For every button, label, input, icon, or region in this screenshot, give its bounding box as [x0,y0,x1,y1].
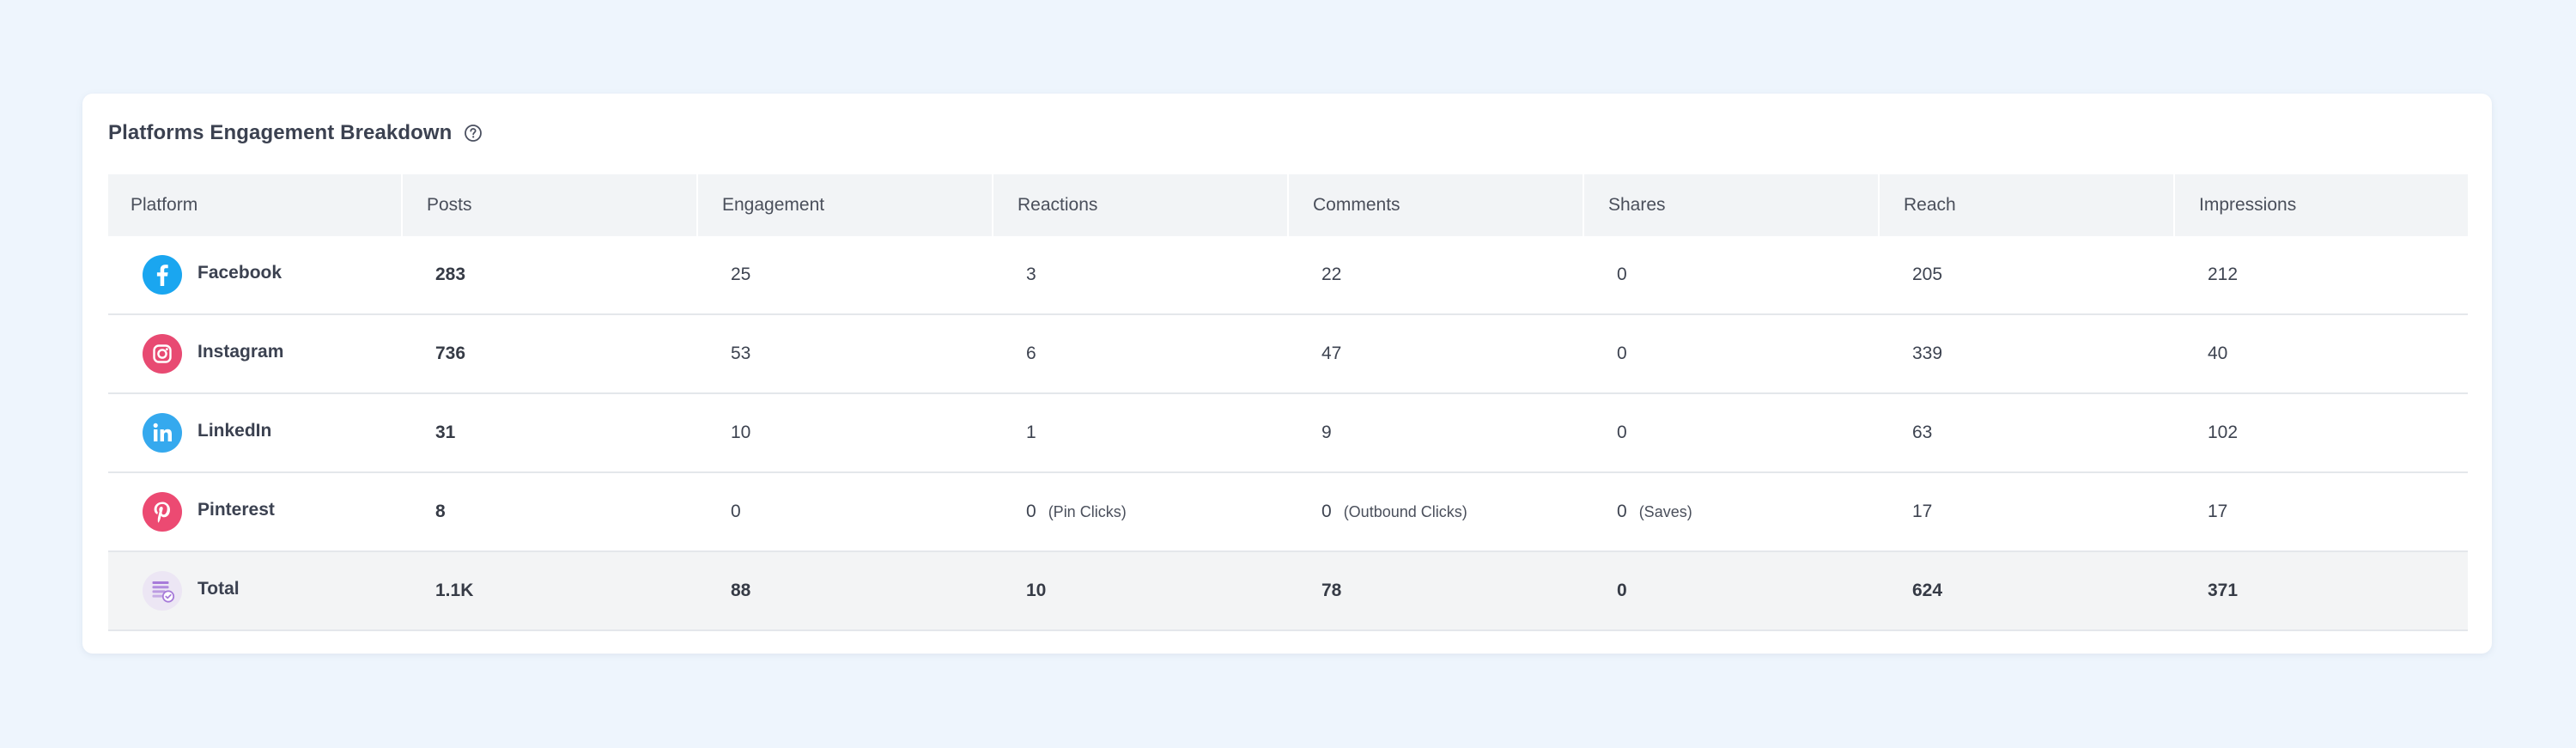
impressions-value: 40 [2208,344,2228,363]
total-shares-value: 0 [1617,581,1627,600]
linkedin-icon [143,413,182,453]
column-header-posts[interactable]: Posts [403,174,698,236]
table-header-row: Platform Posts Engagement Reactions Comm… [108,174,2468,236]
table-row: Instagram 736 53 6 47 0 339 40 [108,315,2468,394]
reactions-note: (Pin Clicks) [1048,502,1127,520]
impressions-value: 17 [2208,502,2228,521]
engagement-table: Platform Posts Engagement Reactions Comm… [108,174,2468,631]
posts-value: 283 [435,265,466,284]
comments-value: 9 [1321,423,1332,442]
platform-cell: Total [108,552,403,629]
platform-name: LinkedIn [197,421,272,441]
reactions-value: 0 [1026,502,1036,521]
platform-cell: LinkedIn [108,394,403,471]
platform-name: Instagram [197,342,284,362]
card-title: Platforms Engagement Breakdown [108,121,453,144]
facebook-icon [143,255,182,295]
platform-name: Facebook [197,263,283,283]
reactions-cell: 0 (Pin Clicks) [993,473,1289,550]
column-header-shares[interactable]: Shares [1584,174,1880,236]
total-reactions-value: 10 [1026,581,1047,600]
posts-value: 31 [435,423,456,442]
platform-cell: Pinterest [108,473,403,550]
platform-name: Pinterest [197,500,275,520]
shares-note: (Saves) [1638,502,1692,520]
column-header-reach[interactable]: Reach [1880,174,2175,236]
help-icon[interactable] [464,124,483,143]
total-engagement-value: 88 [731,581,751,600]
table-total-row: Total 1.1K 88 10 78 0 624 371 [108,552,2468,631]
card-header: Platforms Engagement Breakdown [108,113,483,154]
comments-note: (Outbound Clicks) [1343,502,1467,520]
posts-value: 8 [435,502,446,521]
platform-cell: Facebook [108,236,403,313]
column-header-platform[interactable]: Platform [108,174,403,236]
instagram-icon [143,334,182,374]
column-header-reactions[interactable]: Reactions [993,174,1289,236]
shares-value: 0 [1617,265,1627,284]
shares-cell: 0 (Saves) [1584,473,1880,550]
reach-value: 17 [1912,502,1933,521]
reach-value: 63 [1912,423,1933,442]
column-header-engagement[interactable]: Engagement [698,174,993,236]
table-row: LinkedIn 31 10 1 9 0 63 102 [108,394,2468,473]
impressions-value: 212 [2208,265,2239,284]
total-stack-icon [143,571,182,611]
comments-value: 22 [1321,265,1342,284]
total-label: Total [197,579,240,599]
total-posts-value: 1.1K [435,581,474,600]
reactions-value: 6 [1026,344,1036,363]
total-reach-value: 624 [1912,581,1943,600]
table-row: Facebook 283 25 3 22 0 205 212 [108,236,2468,315]
reach-value: 339 [1912,344,1943,363]
engagement-value: 0 [731,502,741,521]
total-impressions-value: 371 [2208,581,2239,600]
engagement-breakdown-card: Platforms Engagement Breakdown Platform … [82,94,2492,654]
platform-cell: Instagram [108,315,403,392]
shares-value: 0 [1617,502,1627,521]
comments-value: 47 [1321,344,1342,363]
reach-value: 205 [1912,265,1943,284]
comments-value: 0 [1321,502,1332,521]
impressions-value: 102 [2208,423,2239,442]
posts-value: 736 [435,344,466,363]
engagement-value: 53 [731,344,751,363]
engagement-value: 25 [731,265,751,284]
comments-cell: 0 (Outbound Clicks) [1289,473,1584,550]
pinterest-icon [143,492,182,532]
reactions-value: 3 [1026,265,1036,284]
table-row: Pinterest 8 0 0 (Pin Clicks) 0 (Outbound… [108,473,2468,552]
reactions-value: 1 [1026,423,1036,442]
column-header-comments[interactable]: Comments [1289,174,1584,236]
total-comments-value: 78 [1321,581,1342,600]
shares-value: 0 [1617,344,1627,363]
shares-value: 0 [1617,423,1627,442]
column-header-impressions[interactable]: Impressions [2175,174,2468,236]
engagement-value: 10 [731,423,751,442]
